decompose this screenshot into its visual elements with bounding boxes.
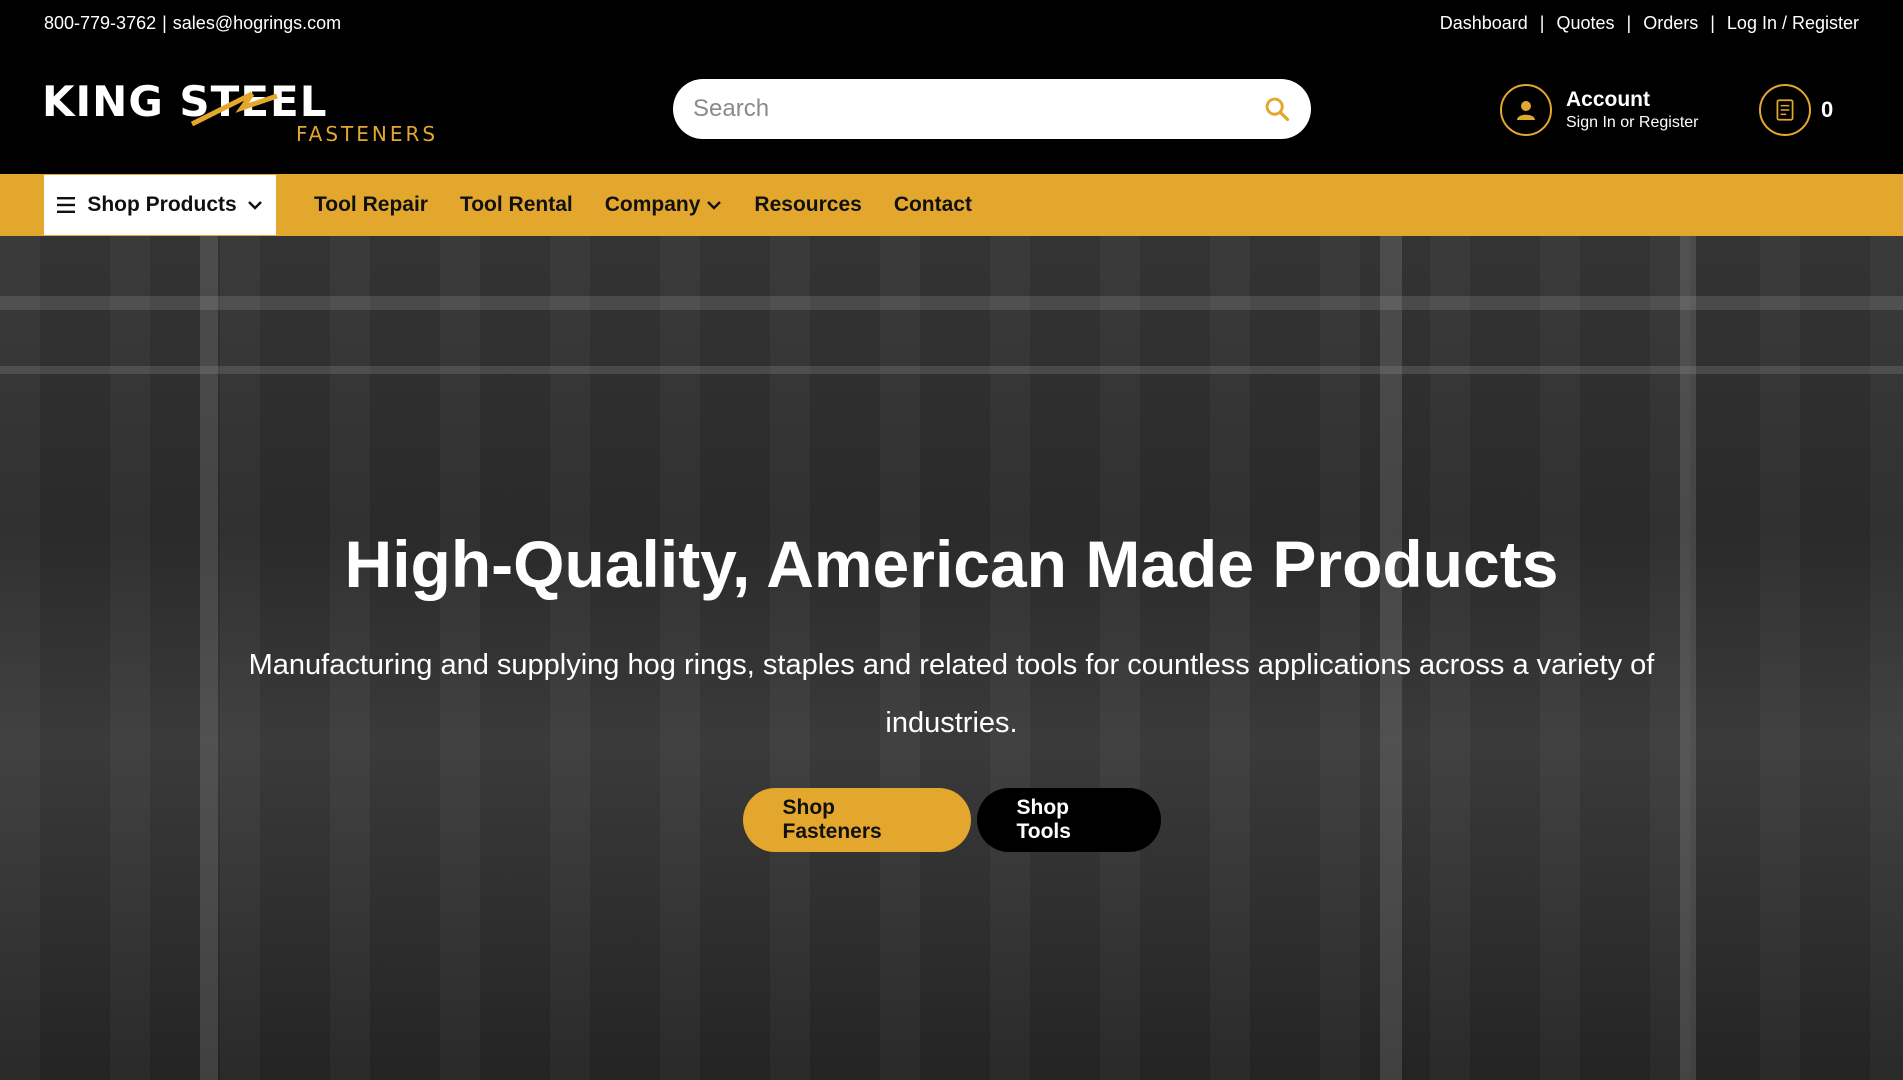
main-nav: Shop Products Tool Repair Tool Rental Co… — [0, 174, 1903, 236]
search-bar[interactable] — [673, 79, 1311, 139]
nav-company[interactable]: Company — [589, 193, 739, 217]
nav-label: Resources — [754, 193, 862, 216]
cart-count: 0 — [1821, 97, 1834, 122]
search-input[interactable] — [693, 95, 1263, 123]
utility-bar: 800-779-3762 | sales@hogrings.com Dashbo… — [0, 0, 1903, 46]
shop-tools-button[interactable]: Shop Tools — [976, 788, 1161, 852]
hero-cta-group: Shop Fasteners Shop Tools — [0, 788, 1903, 852]
user-icon — [1500, 84, 1552, 136]
quotes-link[interactable]: Quotes — [1556, 13, 1614, 34]
nav-tool-rental[interactable]: Tool Rental — [444, 193, 589, 217]
nav-contact[interactable]: Contact — [878, 193, 988, 217]
chevron-down-icon — [707, 201, 722, 210]
hamburger-icon — [57, 197, 76, 213]
link-divider: | — [1539, 12, 1545, 33]
login-register-link[interactable]: Log In / Register — [1727, 13, 1859, 34]
link-divider: | — [1626, 12, 1632, 33]
shop-fasteners-button[interactable]: Shop Fasteners — [742, 788, 971, 852]
link-divider: | — [1710, 12, 1715, 33]
cart-icon — [1759, 84, 1811, 136]
phone-link[interactable]: 800-779-3762 — [44, 13, 156, 34]
shop-products-label: Shop Products — [87, 193, 237, 216]
account-links: Dashboard | Quotes | Orders | Log In / R… — [1440, 13, 1859, 34]
nav-tool-repair[interactable]: Tool Repair — [298, 193, 444, 217]
hero-subtitle: Manufacturing and supplying hog rings, s… — [248, 649, 1655, 739]
hero-title: High-Quality, American Made Products — [344, 527, 1559, 601]
nav-label: Company — [604, 193, 701, 216]
chevron-down-icon — [247, 201, 262, 210]
logo-subtext: FASTENERS — [296, 122, 438, 146]
hero-bg-beam — [0, 366, 1903, 374]
nav-label: Contact — [893, 193, 972, 216]
cart-widget[interactable]: 0 — [1759, 84, 1833, 136]
king-steel-logo[interactable]: KING STEEL FASTENERS — [42, 76, 462, 146]
hero-bg-beam — [0, 296, 1903, 310]
account-widget[interactable]: Account Sign In or Register — [1500, 84, 1699, 136]
contact-info: 800-779-3762 | sales@hogrings.com — [44, 13, 341, 34]
nav-label: Tool Repair — [314, 193, 428, 216]
orders-link[interactable]: Orders — [1643, 13, 1698, 34]
dashboard-link[interactable]: Dashboard — [1440, 13, 1528, 34]
contact-divider: | — [162, 12, 167, 33]
account-title: Account — [1566, 88, 1650, 111]
search-icon[interactable] — [1263, 95, 1291, 123]
account-text: Account Sign In or Register — [1566, 88, 1699, 132]
logo-text: KING STEEL — [42, 77, 327, 126]
nav-label: Tool Rental — [459, 193, 573, 216]
account-subtitle: Sign In or Register — [1566, 114, 1699, 131]
email-link[interactable]: sales@hogrings.com — [173, 13, 341, 34]
hero-banner: High-Quality, American Made Products Man… — [0, 236, 1903, 1080]
nav-resources[interactable]: Resources — [738, 193, 877, 217]
site-header: KING STEEL FASTENERS Account Sign In or … — [0, 46, 1903, 174]
shop-products-menu[interactable]: Shop Products — [44, 175, 276, 235]
